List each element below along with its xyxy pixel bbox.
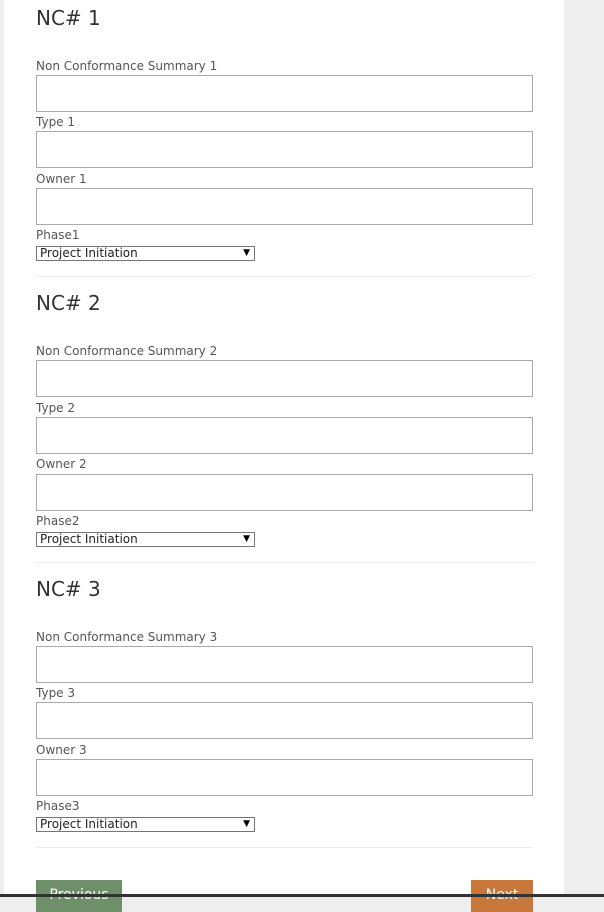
phase-select-value: Project Initiation (40, 532, 138, 546)
owner-label: Owner 2 (36, 457, 87, 471)
phase-label: Phase2 (36, 514, 80, 528)
owner-label: Owner 1 (36, 172, 87, 186)
owner-label: Owner 3 (36, 743, 87, 757)
summary-label: Non Conformance Summary 1 (36, 59, 218, 73)
type-label: Type 1 (36, 115, 76, 129)
type-label: Type 3 (36, 686, 76, 700)
nc-title: NC# 3 (36, 577, 101, 601)
summary-label: Non Conformance Summary 2 (36, 344, 218, 358)
type-input[interactable] (36, 417, 533, 454)
nc-title: NC# 2 (36, 291, 101, 315)
owner-input[interactable] (36, 474, 533, 511)
summary-input[interactable] (36, 646, 533, 683)
type-label: Type 2 (36, 401, 76, 415)
phase-select[interactable]: Project Initiation ▼ (36, 817, 255, 832)
type-input[interactable] (36, 702, 533, 739)
form-panel: NC# 1 Non Conformance Summary 1 Type 1 O… (4, 0, 564, 912)
chevron-down-icon: ▼ (243, 819, 250, 829)
section-divider (36, 847, 533, 848)
phase-label: Phase3 (36, 799, 80, 813)
phase-label: Phase1 (36, 228, 80, 242)
summary-input[interactable] (36, 75, 533, 112)
summary-input[interactable] (36, 360, 533, 397)
chevron-down-icon: ▼ (243, 248, 250, 258)
nc-section-3: NC# 3 Non Conformance Summary 3 Type 3 O… (36, 571, 533, 849)
phase-select-value: Project Initiation (40, 246, 138, 260)
nc-section-1: NC# 1 Non Conformance Summary 1 Type 1 O… (36, 0, 533, 278)
phase-select[interactable]: Project Initiation ▼ (36, 532, 255, 547)
nc-section-2: NC# 2 Non Conformance Summary 2 Type 2 O… (36, 285, 533, 563)
phase-select[interactable]: Project Initiation ▼ (36, 246, 255, 261)
owner-input[interactable] (36, 759, 533, 796)
type-input[interactable] (36, 131, 533, 168)
section-divider (36, 562, 533, 563)
summary-label: Non Conformance Summary 3 (36, 630, 218, 644)
section-divider (36, 276, 533, 277)
owner-input[interactable] (36, 188, 533, 225)
chevron-down-icon: ▼ (243, 534, 250, 544)
nc-title: NC# 1 (36, 6, 101, 30)
phase-select-value: Project Initiation (40, 817, 138, 831)
